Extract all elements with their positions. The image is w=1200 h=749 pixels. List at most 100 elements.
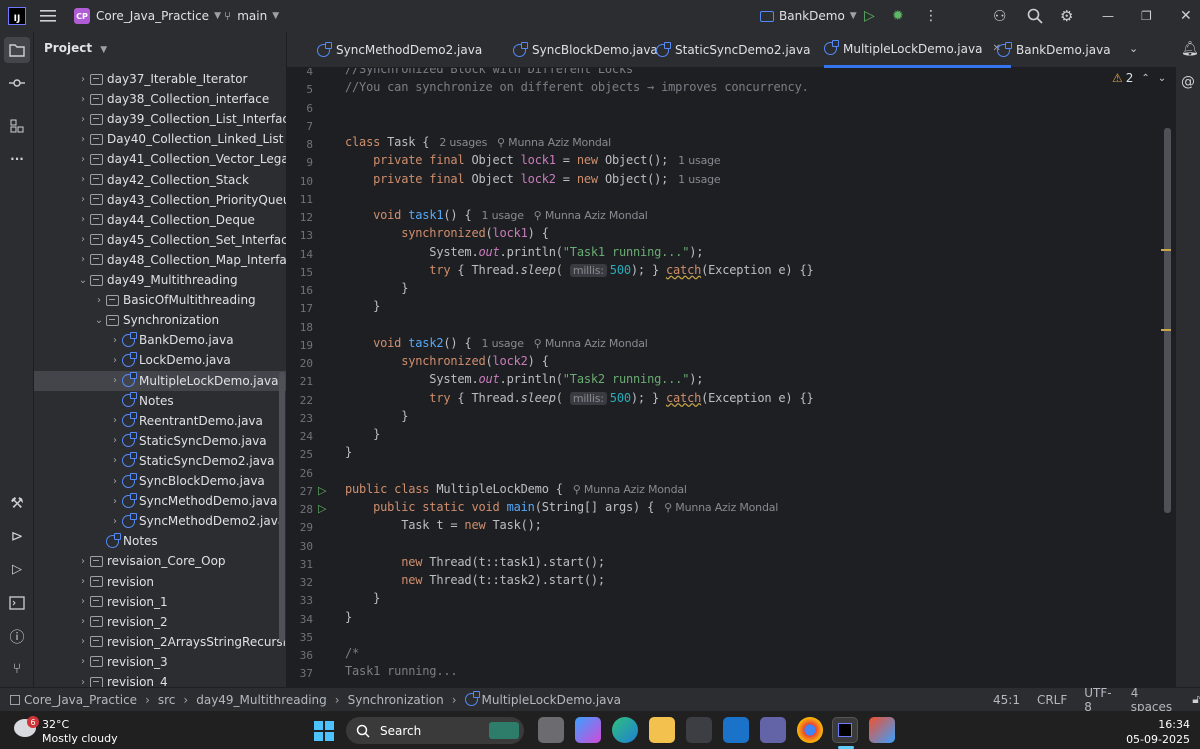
debug-icon[interactable]: ✹	[892, 0, 904, 32]
copilot-icon[interactable]	[575, 717, 601, 743]
ms-store-icon[interactable]	[686, 717, 712, 743]
project-panel-header[interactable]: Project ▼	[44, 41, 107, 55]
more-tools-icon[interactable]: ···	[4, 146, 30, 172]
indent-setting[interactable]: 4 spaces	[1131, 686, 1176, 714]
close-window-icon[interactable]: ✕	[1180, 0, 1192, 32]
commit-icon[interactable]	[4, 70, 30, 96]
code-line[interactable]: synchronized(lock2) {	[345, 354, 549, 368]
maximize-icon[interactable]: ❐	[1141, 0, 1152, 32]
chevron-down-icon[interactable]: ⌄	[92, 315, 106, 326]
structure-icon[interactable]	[4, 113, 30, 139]
tree-item[interactable]: › revision_1	[34, 592, 286, 612]
code-line[interactable]: //You can synchronize on different objec…	[345, 80, 809, 94]
lock-icon[interactable]: 🔓︎	[1192, 692, 1200, 707]
chevron-right-icon[interactable]: ›	[76, 254, 90, 265]
minimize-icon[interactable]: —	[1102, 0, 1114, 32]
tree-item[interactable]: › day41_Collection_Vector_Legacy_C	[34, 149, 286, 169]
tree-item[interactable]: Notes	[34, 531, 286, 551]
project-tool-folder-icon[interactable]	[4, 37, 30, 63]
tree-item[interactable]: › day48_Collection_Map_Interface	[34, 250, 286, 270]
chrome-icon[interactable]	[797, 717, 823, 743]
more-actions-icon[interactable]: ⋮	[924, 0, 938, 32]
tree-item[interactable]: ⌄ day49_Multithreading	[34, 270, 286, 290]
tree-item[interactable]: › Day40_Collection_Linked_List	[34, 129, 286, 149]
tree-item[interactable]: › ReentrantDemo.java	[34, 411, 286, 431]
tree-item[interactable]: › day39_Collection_List_Interface	[34, 109, 286, 129]
tree-item[interactable]: › SyncMethodDemo.java	[34, 491, 286, 511]
tree-item[interactable]: › revision_2	[34, 612, 286, 632]
chevron-down-icon[interactable]: ⌄	[1158, 73, 1166, 84]
code-line[interactable]: Task1 running...	[345, 664, 458, 678]
tree-item[interactable]: › day42_Collection_Stack	[34, 170, 286, 190]
terminal-icon[interactable]	[4, 590, 30, 616]
code-line[interactable]: try { Thread.sleep( millis: 500); } catch…	[345, 391, 814, 405]
code-line[interactable]: class Task {2 usages ⚲ Munna Aziz Mondal	[345, 135, 611, 149]
code-line[interactable]: public static void main(String[] args) {…	[345, 500, 778, 514]
services-icon[interactable]: ⊳	[4, 523, 30, 549]
edge-browser-icon[interactable]	[612, 717, 638, 743]
branch-switcher[interactable]: ⑂ main ▼	[224, 0, 279, 32]
run-config-selector[interactable]: BankDemo ▼	[760, 0, 857, 32]
inspection-widget[interactable]: ⚠ 2 ⌃ ⌄	[1112, 71, 1166, 85]
tree-item[interactable]: ⌄ Synchronization	[34, 310, 286, 330]
run-gutter-icon[interactable]: ▷	[318, 484, 330, 497]
file-explorer-icon[interactable]	[649, 717, 675, 743]
code-line[interactable]: /*	[345, 646, 359, 660]
tree-item[interactable]: Notes	[34, 391, 286, 411]
code-line[interactable]: }	[345, 409, 408, 423]
code-line[interactable]: new Thread(t::task2).start();	[345, 573, 605, 587]
editor-scrollbar[interactable]	[1164, 128, 1171, 513]
project-switcher[interactable]: CP Core_Java_Practice ▼	[74, 0, 221, 32]
git-tool-icon[interactable]	[869, 717, 895, 743]
tree-item[interactable]: › BasicOfMultithreading	[34, 290, 286, 310]
code-line[interactable]: new Thread(t::task1).start();	[345, 555, 605, 569]
run-icon[interactable]: ▷	[864, 0, 875, 32]
line-separator[interactable]: CRLF	[1037, 693, 1067, 707]
chevron-right-icon[interactable]: ›	[108, 335, 122, 346]
code-line[interactable]: void task1() {1 usage ⚲ Munna Aziz Monda…	[345, 208, 648, 222]
add-user-icon[interactable]: ⚇	[993, 0, 1006, 32]
project-scrollbar[interactable]	[279, 372, 285, 642]
chevron-right-icon[interactable]: ›	[76, 74, 90, 85]
chevron-right-icon[interactable]: ›	[76, 556, 90, 567]
editor-tab[interactable]: MultipleLockDemo.java ✕	[824, 32, 1011, 68]
chevron-right-icon[interactable]: ›	[76, 114, 90, 125]
chevron-right-icon[interactable]: ›	[108, 496, 122, 507]
clock-date[interactable]: 05-09-2025	[1100, 733, 1190, 746]
code-line[interactable]: try { Thread.sleep( millis: 500); } catch…	[345, 263, 814, 277]
task-view-icon[interactable]	[538, 717, 564, 743]
intellij-taskbar-icon[interactable]	[832, 717, 858, 743]
outlook-icon[interactable]	[723, 717, 749, 743]
taskbar-search[interactable]: Search	[346, 717, 524, 744]
windows-start-icon[interactable]	[314, 721, 334, 744]
tree-item[interactable]: › day45_Collection_Set_Interface_C	[34, 230, 286, 250]
teams-icon[interactable]	[760, 717, 786, 743]
breadcrumb-item[interactable]: day49_Multithreading	[196, 693, 327, 707]
weather-temp[interactable]: 32°C	[42, 718, 69, 731]
tree-item[interactable]: › SyncBlockDemo.java	[34, 471, 286, 491]
editor-tab[interactable]: StaticSyncDemo2.java	[656, 32, 810, 68]
code-line[interactable]: }	[345, 610, 352, 624]
code-line[interactable]: void task2() {1 usage ⚲ Munna Aziz Monda…	[345, 336, 648, 350]
chevron-right-icon[interactable]: ›	[108, 476, 122, 487]
code-line[interactable]: System.out.println("Task1 running...");	[345, 245, 703, 259]
run-gutter-icon[interactable]: ▷	[318, 502, 330, 515]
editor-tab[interactable]: BankDemo.java	[997, 32, 1111, 68]
chevron-right-icon[interactable]: ›	[76, 154, 90, 165]
tree-item[interactable]: › day38_Collection_interface	[34, 89, 286, 109]
editor-tab[interactable]: SyncBlockDemo.java	[513, 32, 658, 68]
chevron-right-icon[interactable]: ›	[108, 375, 122, 386]
git-icon[interactable]: ⑂	[4, 656, 30, 682]
chevron-right-icon[interactable]: ›	[76, 576, 90, 587]
chevron-down-icon[interactable]: ⌄	[76, 275, 90, 286]
tree-item[interactable]: › MultipleLockDemo.java	[34, 370, 286, 391]
chevron-right-icon[interactable]: ›	[76, 194, 90, 205]
chevron-right-icon[interactable]: ›	[76, 596, 90, 607]
tree-item[interactable]: › SyncMethodDemo2.java	[34, 511, 286, 531]
chevron-right-icon[interactable]: ›	[76, 234, 90, 245]
caret-position[interactable]: 45:1	[993, 693, 1020, 707]
code-line[interactable]: }	[345, 591, 380, 605]
chevron-right-icon[interactable]: ›	[76, 656, 90, 667]
tree-item[interactable]: › revisaion_Core_Oop	[34, 551, 286, 571]
problems-icon[interactable]: ⓘ	[4, 623, 30, 649]
